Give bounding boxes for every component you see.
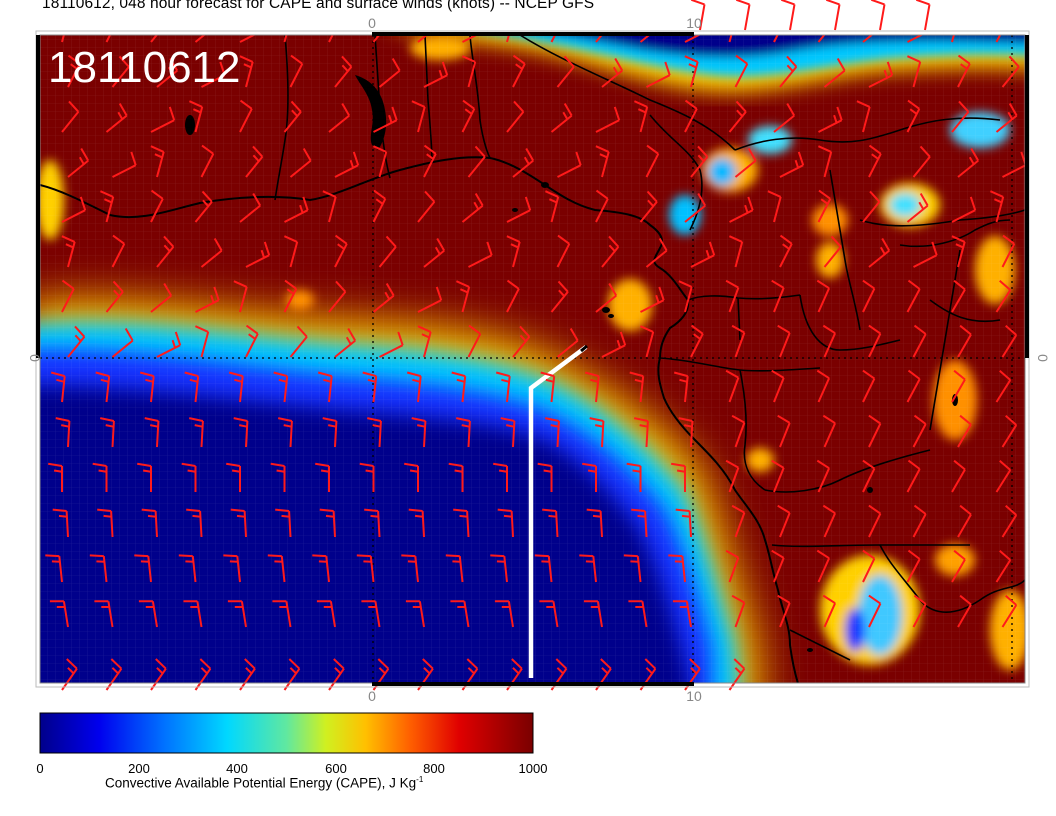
date-stamp: 18110612 — [48, 43, 241, 92]
colorbar-tick: 600 — [325, 761, 347, 776]
wind-barb — [870, 0, 886, 31]
wind-barb — [735, 0, 751, 31]
colorbar-label: Convective Available Potential Energy (C… — [105, 775, 424, 791]
colorbar-tick: 800 — [423, 761, 445, 776]
lat-label-left-0: 0 — [27, 354, 43, 362]
wind-barb — [780, 0, 796, 31]
colorbar-tick: 1000 — [518, 761, 548, 776]
cape-map: 0 10 0 10 0 0 18110612 — [27, 0, 1051, 754]
cape-field — [40, 35, 1025, 683]
colorbar — [39, 712, 534, 754]
lon-label-bottom-10: 10 — [686, 688, 702, 704]
lon-label-top-0: 0 — [368, 15, 376, 31]
colorbar-tick: 0 — [36, 761, 44, 776]
lat-label-right-0: 0 — [1035, 354, 1051, 362]
wind-barb — [825, 0, 841, 31]
lon-label-top-10: 10 — [686, 15, 702, 31]
colorbar-tick: 200 — [128, 761, 150, 776]
colorbar-tick: 400 — [226, 761, 248, 776]
wind-barb — [915, 0, 931, 31]
lon-label-bottom-0: 0 — [368, 688, 376, 704]
